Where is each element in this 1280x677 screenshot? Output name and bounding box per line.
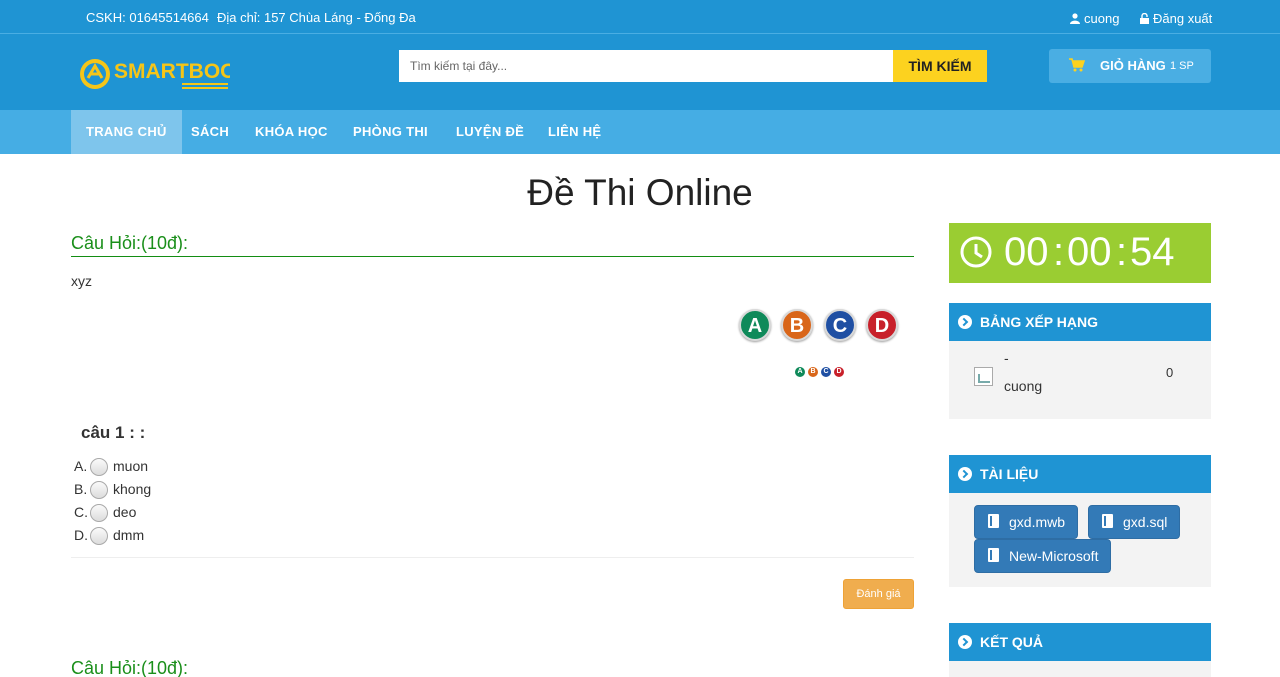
clock-icon [960,236,992,268]
cart-icon [1069,58,1085,72]
timer-seconds: 54 [1130,230,1175,274]
answer-badge-d[interactable]: D [866,309,898,341]
answer-badge-b[interactable]: B [781,309,813,341]
document-name: gxd.sql [1123,514,1168,530]
rank-user-name: cuong [1004,378,1043,394]
answer-badge-small-c: C [821,367,831,377]
question-header: Câu Hỏi:(10đ): [71,233,914,257]
user-name: cuong [1084,11,1120,26]
results-panel-header: KẾT QUẢ [949,623,1211,661]
address-text: Địa chỉ: 157 Chùa Láng - Đống Đa [217,10,416,25]
top-info-bar: CSKH: 01645514664 Địa chỉ: 157 Chùa Láng… [0,0,1280,34]
document-name: New-Microsoft [1009,548,1099,564]
file-icon [988,548,999,562]
nav-item-khoa-hoc[interactable]: KHÓA HỌC [240,110,343,154]
chevron-right-icon [958,635,972,649]
nav-item-luyen-de[interactable]: LUYỆN ĐỀ [441,110,539,154]
option-text: muon [113,458,149,474]
document-button-gxd-sql[interactable]: gxd.sql [1088,505,1180,539]
main-nav: TRANG CHỦ SÁCH KHÓA HỌC PHÒNG THI LUYỆN … [0,110,1280,154]
option-letter: B. [74,481,88,497]
document-name: gxd.mwb [1009,514,1066,530]
document-button-new-microsoft[interactable]: New-Microsoft [974,539,1111,573]
question-text: xyz [71,273,92,289]
file-icon [988,514,999,528]
option-d[interactable]: D. dmm [74,525,144,545]
question-title: câu 1 : : [81,423,146,442]
ranking-panel-header: BẢNG XẾP HẠNG [949,303,1211,341]
nav-item-lien-he[interactable]: LIÊN HỆ [533,110,616,154]
nav-item-sach[interactable]: SÁCH [176,110,244,154]
timer-hours: 00 [1004,230,1049,274]
avatar [974,367,993,386]
cart-button[interactable]: GIỎ HÀNG 1 SP [1049,49,1211,83]
chevron-right-icon [958,467,972,481]
option-radio-d[interactable] [90,527,108,545]
answer-badge-small-a: A [795,367,805,377]
documents-title: TÀI LIỆU [980,466,1039,482]
ranking-panel: - cuong 0 [949,341,1211,419]
file-icon [1102,514,1113,528]
documents-panel-header: TÀI LIỆU [949,455,1211,493]
option-letter: A. [74,458,88,474]
document-button-gxd-mwb[interactable]: gxd.mwb [974,505,1078,539]
results-title: KẾT QUẢ [980,634,1043,650]
rank-dash: - [1004,350,1009,366]
timer-minutes: 00 [1067,230,1112,274]
results-panel [949,661,1211,677]
divider [71,557,914,558]
cart-label: GIỎ HÀNG [1100,58,1166,73]
rank-score: 0 [1166,365,1174,380]
logout-link[interactable]: Đăng xuất [1140,11,1212,26]
answer-badge-small-d: D [834,367,844,377]
option-a[interactable]: A. muon [74,456,148,476]
option-b[interactable]: B. khong [74,479,151,499]
hotline-text: CSKH: 01645514664 [86,10,209,25]
smartbook-logo[interactable]: SMARTBOOK [78,54,230,94]
option-letter: D. [74,527,88,543]
option-letter: C. [74,504,88,520]
answer-badge-c[interactable]: C [824,309,856,341]
page-title: Đề Thi Online [527,172,753,213]
nav-item-phong-thi[interactable]: PHÒNG THI [338,110,443,154]
documents-panel: gxd.mwb gxd.sql New-Microsoft [949,493,1211,587]
option-radio-a[interactable] [90,458,108,476]
timer-sep: : [1116,230,1128,274]
user-link[interactable]: cuong [1070,11,1119,26]
ranking-title: BẢNG XẾP HẠNG [980,314,1098,330]
option-text: khong [113,481,152,497]
next-question-header: Câu Hỏi:(10đ): [71,658,189,677]
timer-sep: : [1053,230,1065,274]
option-c[interactable]: C. deo [74,502,136,522]
site-header: SMARTBOOK TÌM KIẾM GIỎ HÀNG 1 SP [0,34,1280,110]
search-button[interactable]: TÌM KIẾM [893,50,987,82]
chevron-right-icon [958,315,972,329]
answer-badge-a[interactable]: A [739,309,771,341]
logo-text: SMARTBOOK [114,60,230,83]
option-radio-c[interactable] [90,504,108,522]
nav-item-trang-chu[interactable]: TRANG CHỦ [71,110,182,154]
answer-badge-small-b: B [808,367,818,377]
search-input[interactable] [399,50,893,82]
option-radio-b[interactable] [90,481,108,499]
option-text: deo [113,504,137,520]
logout-label: Đăng xuất [1153,11,1213,26]
lock-icon [1140,13,1149,24]
submit-answer-button[interactable]: Đánh giá [843,579,914,609]
option-text: dmm [113,527,145,543]
cart-count: 1 SP [1170,60,1194,72]
countdown-timer: 00 : 00 : 54 [949,223,1211,283]
user-icon [1070,13,1080,24]
